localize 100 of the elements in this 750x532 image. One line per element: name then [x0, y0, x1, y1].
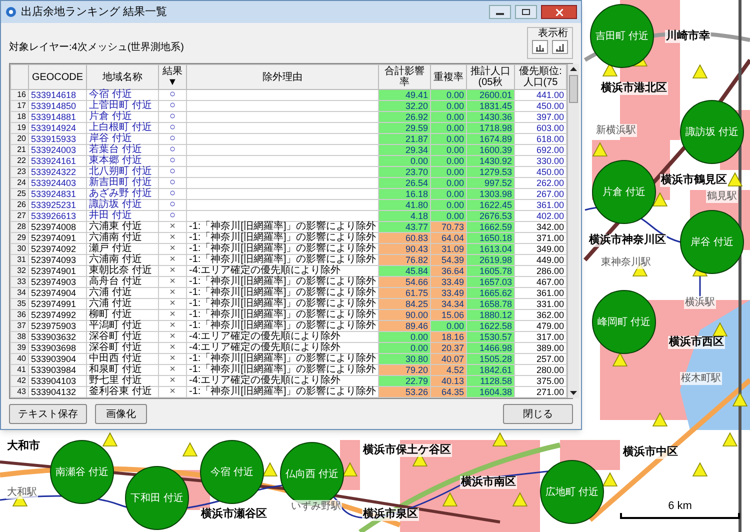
place-name-cell: 高舟台 付近: [86, 276, 158, 288]
row-number-cell: 41: [10, 364, 28, 376]
reason-cell: -1:「神奈川[旧網羅率]」の影響により除外: [186, 288, 378, 298]
reason-cell: -1:「神奈川[旧網羅率]」の影響により除外: [186, 222, 378, 232]
triangle-marker-icon: [732, 392, 748, 406]
geocode-cell: 523975903: [28, 320, 86, 332]
district-label: 横浜市泉区: [362, 508, 419, 521]
geocode-cell: 523974092: [28, 244, 86, 254]
rank-cell: 618.00: [514, 134, 566, 144]
geocode-cell: 523974903: [28, 276, 86, 288]
increase-digits-button[interactable]: [552, 40, 568, 54]
row-number-cell: 17: [10, 100, 28, 112]
column-header[interactable]: GEOCODE: [28, 64, 86, 90]
rank-cell: 371.00: [514, 232, 566, 244]
place-name-cell: 釜利谷東 付近: [86, 386, 158, 398]
district-label: 横浜市南区: [460, 476, 517, 489]
geocode-cell: 533904103: [28, 376, 86, 386]
reason-cell: -1:「神奈川[旧網羅率]」の影響により除外: [186, 232, 378, 244]
district-label: 横浜市鶴見区: [660, 174, 728, 187]
rank-cell: 342.00: [514, 222, 566, 232]
rank-cell: 286.00: [514, 266, 566, 276]
result-cell: ○: [158, 122, 186, 134]
row-number-cell: 21: [10, 144, 28, 156]
reason-cell: -1:「神奈川[旧網羅率]」の影響により除外: [186, 254, 378, 266]
place-name-cell: 深谷町 付近: [86, 332, 158, 342]
geocode-cell: 533903698: [28, 342, 86, 354]
place-name-cell: 柳町 付近: [86, 310, 158, 320]
maximize-button[interactable]: [515, 5, 537, 19]
scrollbar-thumb[interactable]: [569, 75, 578, 103]
column-header[interactable]: 地域名称: [86, 64, 158, 90]
result-cell: ○: [158, 200, 186, 210]
result-cell: ○: [158, 100, 186, 112]
result-cell: ×: [158, 364, 186, 376]
rank-cell: 467.00: [514, 276, 566, 288]
rank-cell: 267.00: [514, 188, 566, 200]
reason-cell: -4:エリア確定の優先順により除外: [186, 342, 378, 354]
close-button[interactable]: [541, 5, 577, 19]
area-marker: 諏訪坂 付近: [680, 100, 744, 164]
row-number-cell: 23: [10, 166, 28, 178]
rank-cell: 603.00: [514, 122, 566, 134]
district-label: 横浜市西区: [668, 336, 725, 349]
geocode-cell: 533903984: [28, 364, 86, 376]
triangle-marker-icon: [602, 472, 618, 486]
district-label: 横浜市保土ケ谷区: [362, 444, 452, 457]
geocode-cell: 523974091: [28, 232, 86, 244]
district-label: 横浜市港北区: [600, 82, 668, 95]
place-name-cell: 北八朔町 付近: [86, 166, 158, 178]
result-cell: ×: [158, 222, 186, 232]
column-header[interactable]: 優先順位:人口(75: [514, 64, 566, 90]
rank-cell: 361.00: [514, 200, 566, 210]
result-cell: ×: [158, 332, 186, 342]
rank-cell: 262.00: [514, 178, 566, 188]
geocode-cell: 533903904: [28, 354, 86, 364]
column-header[interactable]: 除外理由: [186, 64, 378, 90]
row-number-cell: 26: [10, 200, 28, 210]
rank-cell: 257.00: [514, 354, 566, 364]
row-number-cell: 19: [10, 122, 28, 134]
result-cell: ×: [158, 232, 186, 244]
geocode-cell: 523974992: [28, 310, 86, 320]
reason-cell: -1:「神奈川[旧網羅率]」の影響により除外: [186, 320, 378, 332]
row-number-cell: 27: [10, 210, 28, 222]
rank-cell: 441.00: [514, 90, 566, 100]
rank-cell: 330.00: [514, 156, 566, 166]
place-name-cell: 六浦 付近: [86, 288, 158, 298]
column-header[interactable]: 結果▼: [158, 64, 186, 90]
row-number-cell: 32: [10, 266, 28, 276]
geocode-cell: 533924403: [28, 178, 86, 188]
rank-cell: 397.00: [514, 112, 566, 122]
result-cell: ○: [158, 210, 186, 222]
reason-cell: -1:「神奈川[旧網羅率]」の影響により除外: [186, 298, 378, 310]
row-number-cell: 42: [10, 376, 28, 386]
bar-chart-icon: [535, 42, 545, 52]
geocode-cell: 523974904: [28, 288, 86, 298]
result-cell: ×: [158, 342, 186, 354]
triangle-marker-icon: [652, 192, 668, 206]
result-cell: ×: [158, 386, 186, 398]
scrollbar[interactable]: [567, 64, 579, 398]
action-button[interactable]: テキスト保存: [9, 404, 87, 424]
station-label: 新横浜駅: [595, 124, 637, 137]
geocode-cell: 533924831: [28, 188, 86, 200]
area-marker: 吉田町 付近: [590, 4, 654, 68]
rank-cell: 280.00: [514, 364, 566, 376]
close-dialog-button[interactable]: 閉じる: [503, 404, 573, 424]
row-number-cell: 34: [10, 288, 28, 298]
minimize-button[interactable]: [489, 5, 511, 19]
area-marker: 岸谷 付近: [680, 210, 744, 274]
triangle-marker-icon: [592, 142, 608, 156]
result-cell: ×: [158, 376, 186, 386]
decrease-digits-button[interactable]: [532, 40, 548, 54]
triangle-marker-icon: [182, 442, 198, 456]
row-number-cell: 16: [10, 90, 28, 100]
rank-cell: 271.00: [514, 386, 566, 398]
action-button[interactable]: 画像化: [95, 404, 147, 424]
place-name-cell: 若葉台 付近: [86, 144, 158, 156]
corner-header: [10, 64, 28, 90]
place-name-cell: 平潟町 付近: [86, 320, 158, 332]
group-label: 表示桁: [538, 28, 568, 40]
row-number-cell: 28: [10, 222, 28, 232]
result-cell: ×: [158, 310, 186, 320]
place-name-cell: 東本郷 付近: [86, 156, 158, 166]
